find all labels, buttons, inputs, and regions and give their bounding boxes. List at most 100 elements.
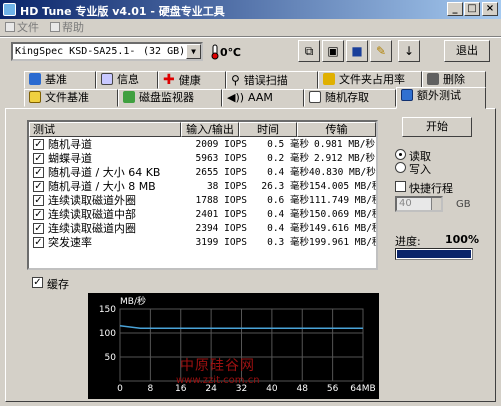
quick-stroke-label: 快捷行程 [409, 182, 453, 195]
cell-time: 0.5 毫秒 [267, 139, 309, 150]
table-row[interactable]: ✓ 连续读取磁道外圈 1788 IOPS 0.6 毫秒 111.749 MB/秒 [29, 194, 376, 208]
start-button[interactable]: 开始 [402, 117, 472, 137]
quick-stroke-spinner[interactable]: 40 [395, 196, 443, 212]
table-row[interactable]: ✓ 蝴蝶寻道 5963 IOPS 0.2 毫秒 2.912 MB/秒 [29, 152, 376, 166]
cache-checkbox[interactable]: ✓ [32, 277, 43, 288]
progress-value: 100% [445, 233, 479, 246]
tab-random-access[interactable]: 随机存取 [304, 89, 396, 107]
cell-transfer: 2.912 MB/秒 [314, 153, 375, 164]
write-label: 写入 [409, 163, 431, 176]
tab-label: 信息 [117, 73, 139, 86]
cell-time: 0.3 毫秒 [267, 237, 309, 248]
copy-icon: ⧉ [304, 44, 314, 58]
table-row[interactable]: ✓ 随机寻道 / 大小 8 MB 38 IOPS 26.3 毫秒 154.005 MB/… [29, 180, 376, 194]
window-title: HD Tune 专业版 v4.01 - 硬盘专业工具 [20, 5, 225, 18]
cell-ops: 1788 IOPS [195, 195, 247, 206]
exit-button[interactable]: 退出 [444, 40, 490, 62]
menu-bar: 文件 帮助 [0, 19, 501, 36]
tab-info[interactable]: 信息 [96, 71, 158, 89]
options-button[interactable]: ✎ [370, 40, 392, 62]
menu-file[interactable]: 文件 [5, 21, 39, 35]
tab-label: 删除 [443, 73, 465, 86]
options-icon: ✎ [375, 44, 387, 58]
tab-label: 错误扫描 [243, 74, 288, 87]
cell-time: 0.4 毫秒 [267, 167, 309, 178]
arrow-down-icon: ↓ [403, 44, 415, 58]
divider [0, 36, 501, 38]
cell-ops: 2009 IOPS [195, 139, 247, 150]
row-checkbox[interactable]: ✓ [33, 139, 44, 150]
col-ops[interactable]: 输入/输出 [181, 122, 239, 137]
col-time[interactable]: 时间 [239, 122, 297, 137]
quick-stroke-unit: GB [456, 199, 471, 210]
table-row[interactable]: ✓ 突发速率 3199 IOPS 0.3 毫秒 199.961 MB/秒 [29, 236, 376, 250]
app-icon [3, 3, 16, 16]
cell-transfer: 0.981 MB/秒 [314, 139, 375, 150]
chevron-down-icon[interactable]: ▼ [186, 44, 201, 59]
tab-label: 随机存取 [325, 91, 369, 104]
test-list[interactable]: 测试 输入/输出 时间 传输 ✓ 随机寻道 2009 IOPS 0.5 毫秒 0.981… [27, 120, 378, 270]
row-checkbox[interactable]: ✓ [33, 181, 44, 192]
row-checkbox[interactable]: ✓ [33, 195, 44, 206]
tab-aam[interactable]: ◀)) AAM [222, 89, 304, 107]
tab-benchmark[interactable]: 基准 [24, 71, 96, 89]
maximize-button[interactable]: □ [464, 2, 480, 16]
cell-time: 26.3 毫秒 [261, 181, 309, 192]
table-row[interactable]: ✓ 连续读取磁道中部 2401 IOPS 0.4 毫秒 150.069 MB/秒 [29, 208, 376, 222]
quick-stroke-checkbox[interactable] [395, 181, 406, 192]
radio-dot [399, 153, 402, 156]
cell-time: 0.4 毫秒 [267, 223, 309, 234]
extra-tests-icon [401, 89, 413, 101]
col-transfer[interactable]: 传输 [297, 122, 376, 137]
file-benchmark-icon [29, 91, 41, 103]
table-row[interactable]: ✓ 随机寻道 / 大小 64 KB 2655 IOPS 0.4 毫秒 40.830 MB… [29, 166, 376, 180]
spinner-arrows-icon[interactable] [431, 198, 441, 210]
table-row[interactable]: ✓ 随机寻道 2009 IOPS 0.5 毫秒 0.981 MB/秒 [29, 138, 376, 152]
speaker-icon: ◀)) [227, 91, 245, 104]
tab-file-benchmark[interactable]: 文件基准 [24, 89, 118, 107]
cache-label: 缓存 [47, 278, 69, 291]
watermark-text: 中原硅谷网 [180, 358, 255, 374]
col-test[interactable]: 测试 [29, 122, 181, 137]
cell-transfer: 154.005 MB/秒 [309, 181, 378, 192]
cell-test-name: 突发速率 [48, 236, 92, 249]
row-checkbox[interactable]: ✓ [33, 153, 44, 164]
cell-time: 0.2 毫秒 [267, 153, 309, 164]
list-header: 测试 输入/输出 时间 传输 [29, 122, 376, 137]
read-radio[interactable] [395, 149, 406, 160]
row-checkbox[interactable]: ✓ [33, 237, 44, 248]
cell-transfer: 150.069 MB/秒 [309, 209, 378, 220]
drive-select[interactable]: KingSpec KSD-SA25.1- (32 GB) ▼ [11, 42, 203, 61]
tab-extra-tests[interactable]: 额外测试 [396, 87, 486, 109]
download-button[interactable]: ↓ [398, 40, 420, 62]
table-row[interactable]: ✓ 连续读取磁道内圈 2394 IOPS 0.4 毫秒 149.616 MB/秒 [29, 222, 376, 236]
cell-transfer: 199.961 MB/秒 [309, 237, 378, 248]
row-checkbox[interactable]: ✓ [33, 209, 44, 220]
row-checkbox[interactable]: ✓ [33, 223, 44, 234]
tab-label: 磁盘监视器 [139, 91, 194, 104]
cell-test-name: 随机寻道 / 大小 64 KB [48, 166, 161, 179]
menu-help[interactable]: 帮助 [50, 21, 84, 35]
write-radio[interactable] [395, 162, 406, 173]
minimize-button[interactable]: _ [447, 2, 463, 16]
tab-error-scan[interactable]: ⚲ 错误扫描 [226, 71, 318, 89]
health-icon: ✚ [163, 72, 175, 88]
cell-test-name: 随机寻道 [48, 138, 92, 151]
save-button[interactable]: ■ [346, 40, 368, 62]
x-tick-label: 64MB [350, 384, 375, 394]
cell-test-name: 随机寻道 / 大小 8 MB [48, 180, 156, 193]
tab-health[interactable]: ✚ 健康 [158, 71, 226, 89]
save-icon: ■ [351, 44, 363, 58]
row-checkbox[interactable]: ✓ [33, 167, 44, 178]
copy-screenshot-button[interactable]: ▣ [322, 40, 344, 62]
cell-transfer: 40.830 MB/秒 [309, 167, 376, 178]
info-icon [101, 73, 113, 85]
tab-label: 健康 [178, 74, 201, 87]
copy-text-button[interactable]: ⧉ [298, 40, 320, 62]
cell-test-name: 连续读取磁道外圈 [48, 194, 136, 207]
drive-size: (32 GB) [143, 46, 186, 57]
y-tick-label: 150 [99, 305, 116, 315]
tab-disk-monitor[interactable]: 磁盘监视器 [118, 89, 222, 107]
tab-label: AAM [248, 91, 273, 104]
close-button[interactable]: × [482, 2, 498, 16]
